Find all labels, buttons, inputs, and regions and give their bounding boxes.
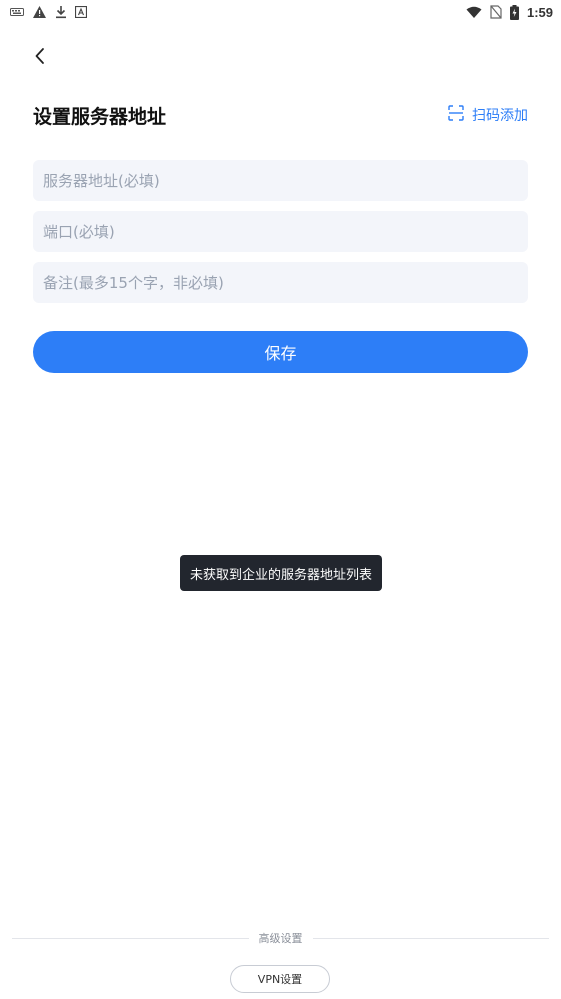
scan-add-button[interactable]: 扫码添加 <box>448 105 528 125</box>
status-bar: 1:59 <box>0 0 561 24</box>
server-address-input[interactable] <box>33 160 528 201</box>
chevron-left-icon <box>35 48 44 64</box>
status-time: 1:59 <box>526 4 553 20</box>
scan-add-label: 扫码添加 <box>472 108 528 124</box>
note-input[interactable] <box>33 262 528 303</box>
warning-icon <box>32 5 47 19</box>
no-sim-icon <box>490 5 502 19</box>
status-left-icons <box>10 5 87 19</box>
wifi-icon <box>466 6 482 19</box>
download-icon <box>55 5 67 19</box>
advanced-settings-label: 高级设置 <box>258 932 303 945</box>
toast-message: 未获取到企业的服务器地址列表 <box>180 555 383 591</box>
vpn-settings-button[interactable]: VPN设置 <box>230 965 330 993</box>
page-title: 设置服务器地址 <box>33 106 167 128</box>
keyboard-icon <box>10 7 24 17</box>
advanced-settings-divider: 高级设置 <box>12 928 549 948</box>
scan-icon <box>448 105 464 125</box>
save-button[interactable]: 保存 <box>33 331 528 373</box>
status-right-icons: 1:59 <box>466 4 553 20</box>
battery-charging-icon <box>509 4 519 20</box>
divider-line-right <box>312 937 549 939</box>
divider-line-left <box>12 937 249 939</box>
a-box-icon <box>75 6 87 18</box>
back-button[interactable] <box>28 44 52 68</box>
port-input[interactable] <box>33 211 528 252</box>
